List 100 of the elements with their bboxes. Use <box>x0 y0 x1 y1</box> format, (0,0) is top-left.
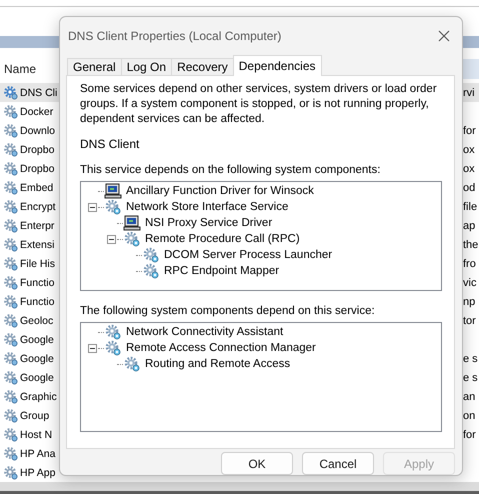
collapse-button[interactable] <box>88 202 96 212</box>
list-row[interactable]: File His <box>0 254 59 274</box>
tree-item[interactable]: Network Store Interface Service <box>126 201 288 213</box>
service-name-text: Functio <box>20 276 54 289</box>
list-row[interactable]: Functio <box>0 292 59 312</box>
service-name-text: DNS Cli <box>20 86 58 99</box>
gear-icon <box>3 332 19 348</box>
service-description: file <box>463 200 478 213</box>
service-description: for <box>463 428 476 441</box>
gears-icon <box>104 340 122 356</box>
tree-item[interactable]: DCOM Server Process Launcher <box>164 249 332 261</box>
service-name-text: Docker <box>20 106 54 118</box>
gear-icon <box>3 350 19 367</box>
service-name-text: Geoloc <box>20 314 54 327</box>
list-row[interactable]: HP Ana <box>0 444 59 464</box>
service-description: fro <box>463 258 476 270</box>
gear-icon <box>3 198 19 215</box>
tree-item[interactable]: Ancillary Function Driver for Winsock <box>126 185 314 197</box>
gear-icon <box>3 446 19 462</box>
list-row[interactable]: Geoloc <box>0 311 59 330</box>
gear-icon <box>3 218 19 234</box>
list-row-end[interactable]: rvi <box>463 83 479 102</box>
tree-item[interactable]: Routing and Remote Access <box>145 358 290 370</box>
gear-icon <box>3 256 19 272</box>
service-name-text: Downlo <box>20 124 56 137</box>
service-description: rvi <box>463 86 475 99</box>
service-description: on <box>463 410 476 422</box>
intro-text: Some services depend on other services, system drivers or load order groups. If a system component is stopped, or is not running properly, dependent services can be affected. <box>80 82 438 127</box>
section-label: The following system components depend on this service: <box>80 304 376 319</box>
service-name-text: Extensi <box>20 238 54 251</box>
dialog-button[interactable]: OK <box>221 452 293 475</box>
list-row[interactable]: HP App <box>0 463 59 482</box>
list-row[interactable]: Encrypt <box>0 197 59 216</box>
service-name-text: Google <box>20 334 54 346</box>
list-row[interactable]: DNS Cli <box>0 83 59 102</box>
tree-item[interactable]: Network Connectivity Assistant <box>126 326 284 338</box>
tree-item[interactable]: Remote Access Connection Manager <box>126 342 316 354</box>
gear-icon <box>3 142 19 158</box>
list-row[interactable]: Google <box>0 330 59 350</box>
list-row[interactable]: Dropbo <box>0 159 59 178</box>
list-row[interactable]: Docker <box>0 102 59 122</box>
list-row[interactable]: Enterpr <box>0 216 59 236</box>
service-description: for <box>463 124 476 137</box>
service-description: ox <box>463 162 475 175</box>
gear-icon <box>3 408 19 424</box>
tab[interactable]: Dependencies <box>232 55 322 76</box>
service-name-text: Graphic <box>20 390 57 403</box>
list-row[interactable]: Functio <box>0 273 59 292</box>
list-row[interactable]: Host N <box>0 425 59 444</box>
service-name-text: Embed <box>20 182 54 194</box>
list-row[interactable]: Google <box>0 349 59 368</box>
gear-icon <box>3 464 19 481</box>
column-header[interactable]: Name <box>0 62 36 76</box>
gear-icon <box>3 104 19 120</box>
service-name-text: Encrypt <box>20 200 56 213</box>
gear-icon <box>3 388 19 405</box>
service-description: vic <box>463 276 476 289</box>
service-name-text: HP App <box>20 466 56 479</box>
list-row[interactable]: Extensi <box>0 235 59 254</box>
service-name-text: Dropbo <box>20 144 54 156</box>
service-name-text: Group <box>20 410 50 422</box>
service-name-text: Google <box>20 372 54 384</box>
service-description: ox <box>463 144 475 156</box>
tab[interactable]: Recovery <box>171 58 234 75</box>
close-icon[interactable] <box>438 30 450 42</box>
gears-icon <box>104 199 122 215</box>
section-label: This service depends on the following system components: <box>80 163 382 178</box>
service-name-text: Enterpr <box>20 220 54 232</box>
gear-icon <box>3 84 19 101</box>
list-row[interactable]: Google <box>0 368 59 388</box>
gear-icon <box>3 426 19 443</box>
computer-icon <box>123 215 141 231</box>
tree-item[interactable]: Remote Procedure Call (RPC) <box>145 233 300 245</box>
list-row[interactable]: Graphic <box>0 387 59 406</box>
service-name-text: Host N <box>20 428 52 441</box>
gear-icon <box>3 274 19 291</box>
service-description: ap <box>463 220 476 232</box>
service-description: an <box>463 390 476 403</box>
gear-icon <box>3 180 19 196</box>
gear-icon <box>3 312 19 329</box>
list-row[interactable]: Dropbo <box>0 140 59 160</box>
collapse-button[interactable] <box>106 234 116 244</box>
service-description: od <box>463 182 476 194</box>
tree-item[interactable]: RPC Endpoint Mapper <box>164 265 280 277</box>
service-name-text: Dropbo <box>20 162 54 175</box>
service-name-text: HP Ana <box>20 448 56 460</box>
collapse-button[interactable] <box>88 344 96 352</box>
service-name-text: Google <box>20 352 54 365</box>
tab[interactable]: General <box>67 58 122 75</box>
gear-icon <box>3 160 19 177</box>
tab[interactable]: Log On <box>120 58 172 75</box>
list-row[interactable]: Downlo <box>0 121 59 140</box>
service-description: np <box>463 296 476 308</box>
list-row[interactable]: Group <box>0 406 59 426</box>
service-description: tor <box>463 314 476 327</box>
dialog-button[interactable]: Cancel <box>302 452 374 475</box>
list-row[interactable]: Embed <box>0 178 59 198</box>
tree-item[interactable]: NSI Proxy Service Driver <box>145 217 272 229</box>
gear-icon <box>3 236 19 253</box>
service-description: the <box>463 238 478 251</box>
